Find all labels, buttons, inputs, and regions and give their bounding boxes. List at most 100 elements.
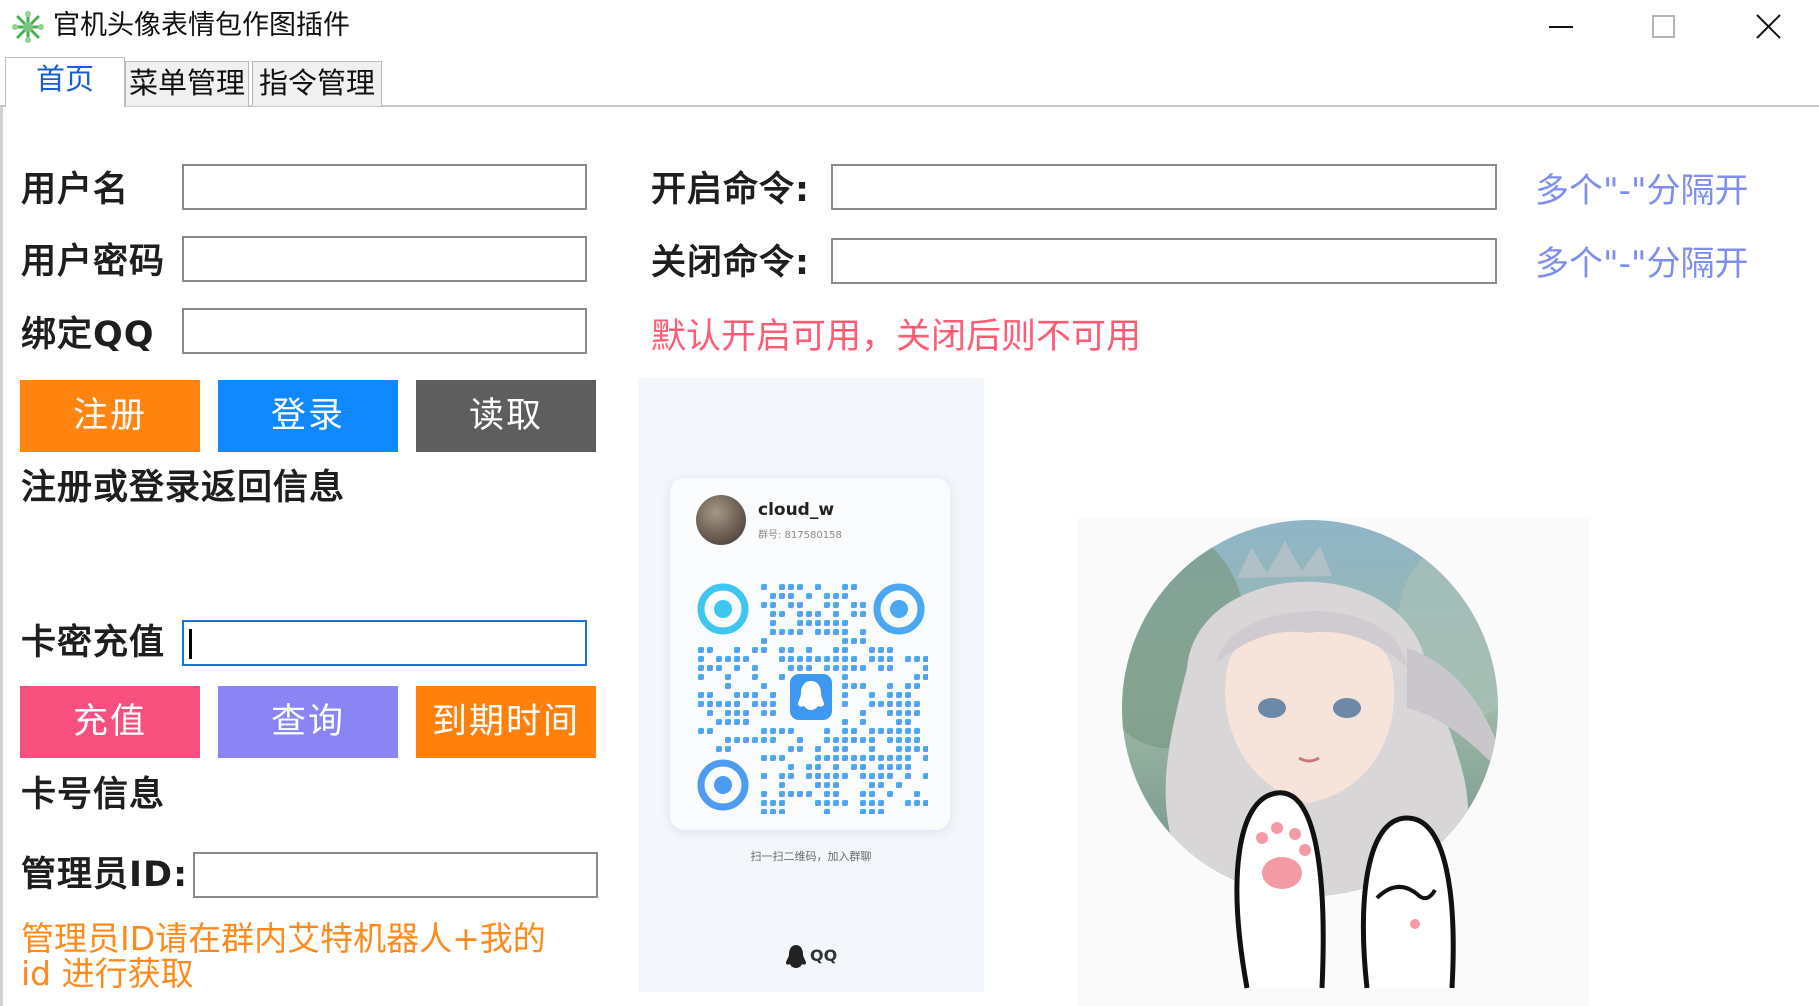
qr-module	[833, 665, 839, 671]
read-button[interactable]: 读取	[416, 380, 596, 452]
qr-module	[779, 782, 785, 788]
qr-module	[725, 674, 731, 680]
password-field[interactable]	[182, 236, 587, 282]
qr-module	[734, 701, 740, 707]
qr-module	[887, 791, 893, 797]
close-button[interactable]	[1717, 0, 1817, 54]
qr-module	[815, 773, 821, 779]
qr-module	[905, 683, 911, 689]
password-input[interactable]	[184, 238, 585, 280]
minimize-button[interactable]	[1511, 0, 1611, 54]
qr-module	[905, 737, 911, 743]
group-name: cloud_w	[758, 500, 835, 520]
qr-module	[788, 791, 794, 797]
qr-module	[914, 683, 920, 689]
qr-module	[770, 611, 776, 617]
qr-module	[914, 737, 920, 743]
qr-module	[743, 737, 749, 743]
qr-module	[842, 719, 848, 725]
qr-module	[824, 593, 830, 599]
qr-module	[842, 746, 848, 752]
qq-penguin-icon	[786, 945, 806, 968]
qr-module	[860, 629, 866, 635]
qr-module	[725, 656, 731, 662]
query-button[interactable]: 查询	[218, 686, 398, 758]
qr-module	[905, 710, 911, 716]
qr-module	[887, 728, 893, 734]
qr-module	[761, 728, 767, 734]
bind-qq-input[interactable]	[184, 310, 585, 352]
admin-id-field[interactable]	[193, 852, 598, 898]
qr-module	[797, 602, 803, 608]
card-info-label: 卡号信息	[21, 775, 166, 815]
qr-module	[923, 665, 928, 671]
qr-module	[707, 647, 713, 653]
window-title: 官机头像表情包作图插件	[53, 10, 350, 41]
qr-module	[860, 611, 866, 617]
card-key-field[interactable]	[182, 620, 587, 666]
username-label: 用户名	[21, 170, 130, 210]
qr-module	[752, 647, 758, 653]
qr-module	[878, 764, 884, 770]
username-input[interactable]	[184, 166, 585, 208]
qr-module	[761, 584, 767, 590]
qr-module	[833, 755, 839, 761]
card-key-input[interactable]	[184, 622, 585, 664]
qr-module	[779, 791, 785, 797]
snowflake-icon	[12, 11, 44, 43]
qr-module	[824, 755, 830, 761]
login-button[interactable]: 登录	[218, 380, 398, 452]
qr-module	[905, 656, 911, 662]
qr-module	[761, 683, 767, 689]
qr-module	[779, 809, 785, 814]
qr-module	[851, 683, 857, 689]
qr-module	[734, 737, 740, 743]
username-field[interactable]	[182, 164, 587, 210]
maximize-button[interactable]	[1613, 0, 1713, 54]
admin-id-hint-line1: 管理员ID请在群内艾特机器人+我的	[21, 919, 546, 958]
qr-module	[752, 737, 758, 743]
qr-module	[833, 764, 839, 770]
recharge-button[interactable]: 充值	[20, 686, 200, 758]
expire-time-button[interactable]: 到期时间	[416, 686, 596, 758]
qr-module	[716, 719, 722, 725]
qr-module	[770, 701, 776, 707]
open-command-field[interactable]	[831, 164, 1497, 210]
tab-command-management[interactable]: 指令管理	[252, 61, 382, 106]
qr-module	[824, 809, 830, 814]
qr-module	[770, 620, 776, 626]
group-avatar	[696, 495, 746, 545]
bind-qq-field[interactable]	[182, 308, 587, 354]
register-button[interactable]: 注册	[20, 380, 200, 452]
qr-module	[923, 755, 928, 761]
qr-module	[842, 683, 848, 689]
tab-home[interactable]: 首页	[5, 57, 125, 107]
qr-module	[779, 593, 785, 599]
qr-module	[842, 584, 848, 590]
close-command-input[interactable]	[833, 240, 1495, 282]
qr-module	[761, 791, 767, 797]
qr-module	[833, 602, 839, 608]
qr-module	[734, 719, 740, 725]
qr-module	[734, 665, 740, 671]
qr-module	[878, 782, 884, 788]
qr-module	[788, 656, 794, 662]
qr-module	[779, 611, 785, 617]
qr-module	[914, 710, 920, 716]
close-command-field[interactable]	[831, 238, 1497, 284]
qr-module	[860, 602, 866, 608]
qr-module	[896, 710, 902, 716]
qr-module	[842, 638, 848, 644]
qr-module	[752, 665, 758, 671]
qr-module	[743, 719, 749, 725]
admin-id-input[interactable]	[195, 854, 596, 896]
qr-module	[815, 656, 821, 662]
qr-module	[842, 665, 848, 671]
qr-module	[824, 791, 830, 797]
qr-module	[842, 647, 848, 653]
qr-module	[905, 692, 911, 698]
open-command-input[interactable]	[833, 166, 1495, 208]
tab-menu-management[interactable]: 菜单管理	[125, 61, 249, 106]
qr-module	[797, 791, 803, 797]
qr-module	[761, 755, 767, 761]
